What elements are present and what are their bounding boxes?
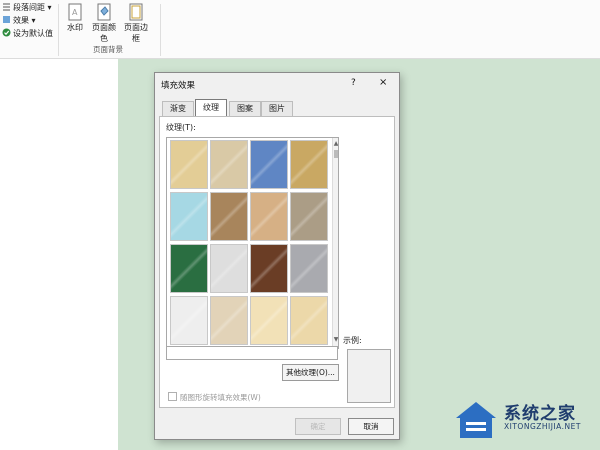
texture-grid: ▲ ▼ (166, 137, 339, 349)
texture-swatch-white-marble[interactable] (210, 244, 248, 293)
texture-swatch-water-droplets[interactable] (170, 192, 208, 241)
rotate-checkbox-label: 随图形旋转填充效果(W) (180, 393, 261, 402)
other-texture-button[interactable]: 其他纹理(O)... (282, 364, 339, 381)
texture-name-field (166, 346, 338, 360)
svg-text:A: A (72, 8, 78, 17)
texture-label: 纹理(T): (166, 123, 196, 132)
fill-effects-dialog: 填充效果 ? × 渐变 纹理 图案 图片 纹理(T): ▲ ▼ 其他纹理(O).… (154, 72, 400, 440)
effects-button[interactable]: 效果 ▾ (2, 15, 36, 27)
chevron-down-icon: ▾ (29, 16, 36, 25)
scroll-thumb[interactable] (334, 150, 338, 158)
page-color-label: 页面颜色 (92, 23, 116, 43)
effects-icon (2, 15, 11, 24)
site-watermark: 系统之家 XITONGZHIJIA.NET (452, 396, 600, 446)
texture-swatch-fish-fossil[interactable] (250, 192, 288, 241)
set-default-button[interactable]: 设为默认值 (2, 28, 53, 40)
page-color-button[interactable]: 页面颜色 (89, 3, 119, 44)
close-button[interactable]: × (379, 77, 387, 88)
page-border-button[interactable]: 页面边框 (121, 3, 151, 44)
texture-swatch-granite[interactable] (290, 244, 328, 293)
checkmark-icon (2, 28, 11, 37)
texture-swatch-brown-marble[interactable] (250, 244, 288, 293)
page-border-label: 页面边框 (124, 23, 148, 43)
scroll-down-icon[interactable]: ▼ (333, 336, 338, 344)
ok-button[interactable]: 确定 (295, 418, 341, 435)
ribbon-divider (58, 4, 59, 56)
texture-swatch-green-marble[interactable] (170, 244, 208, 293)
scroll-up-icon[interactable]: ▲ (333, 140, 338, 148)
paragraph-spacing-label: 段落间距 (13, 3, 45, 12)
texture-panel: 纹理(T): ▲ ▼ 其他纹理(O)... 示例: 随图形旋转填充效果(W) (159, 116, 395, 408)
ribbon-divider (160, 4, 161, 56)
tab-picture[interactable]: 图片 (261, 101, 293, 116)
page-background-group-label: 页面背景 (93, 45, 123, 54)
effects-label: 效果 (13, 16, 29, 25)
paragraph-spacing-button[interactable]: 段落间距 ▾ (2, 2, 52, 14)
sample-label: 示例: (343, 336, 362, 345)
rotate-with-shape-option[interactable]: 随图形旋转填充效果(W) (168, 392, 261, 403)
tab-gradient[interactable]: 渐变 (162, 101, 194, 116)
texture-swatch-recycled-paper[interactable] (210, 296, 248, 345)
paragraph-spacing-icon (2, 2, 11, 11)
cancel-button[interactable]: 取消 (348, 418, 394, 435)
watermark-icon: A (67, 3, 83, 21)
texture-swatch-denim[interactable] (250, 140, 288, 189)
watermark-subtext: XITONGZHIJIA.NET (504, 422, 581, 431)
help-button[interactable]: ? (351, 78, 356, 88)
house-logo-icon (456, 402, 496, 438)
tab-pattern[interactable]: 图案 (229, 101, 261, 116)
set-default-label: 设为默认值 (13, 29, 53, 38)
texture-swatch-sand[interactable] (290, 192, 328, 241)
texture-swatch-newsprint[interactable] (170, 296, 208, 345)
watermark-button[interactable]: A 水印 (60, 3, 90, 33)
tab-texture[interactable]: 纹理 (195, 99, 227, 116)
watermark-text: 系统之家 (504, 404, 576, 424)
rotate-checkbox[interactable] (168, 392, 177, 401)
texture-swatch-paper-bag[interactable] (210, 192, 248, 241)
texture-swatch-parchment[interactable] (250, 296, 288, 345)
texture-swatch-woven-mat[interactable] (290, 140, 328, 189)
texture-swatch-stationery[interactable] (290, 296, 328, 345)
sample-preview (347, 349, 391, 403)
dialog-title: 填充效果 (161, 81, 196, 91)
ribbon: 段落间距 ▾ 效果 ▾ 设为默认值 A 水印 页面颜色 页面边框 页面背景 (0, 0, 600, 59)
texture-swatch-canvas[interactable] (210, 140, 248, 189)
page-border-icon (128, 3, 144, 21)
page-color-icon (96, 3, 112, 21)
chevron-down-icon: ▾ (45, 3, 52, 12)
texture-swatch-papyrus[interactable] (170, 140, 208, 189)
texture-scrollbar[interactable]: ▲ ▼ (332, 138, 338, 348)
watermark-label: 水印 (67, 23, 83, 32)
